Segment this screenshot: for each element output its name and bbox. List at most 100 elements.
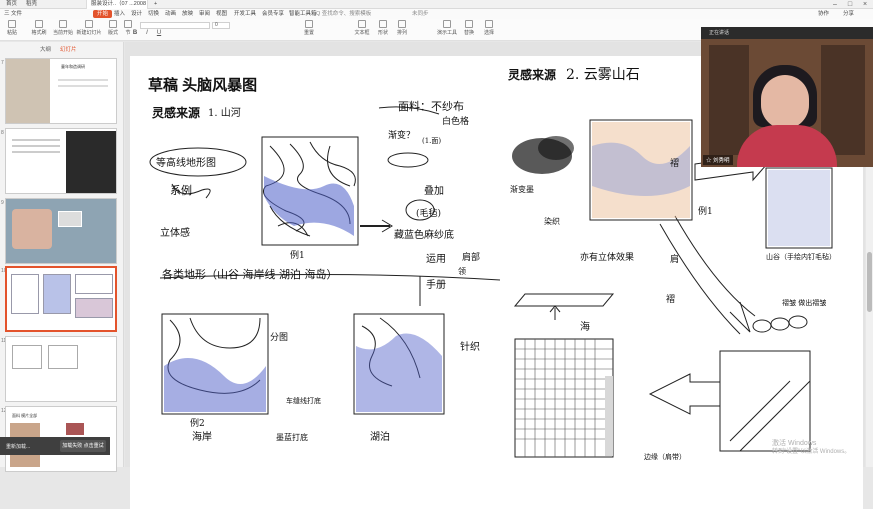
replace-button[interactable]: 替换: [462, 19, 476, 39]
note: 山谷（手绘内钉毛毡）: [766, 253, 836, 261]
slide-number: 8: [1, 130, 4, 136]
new-tab-button[interactable]: +: [150, 0, 161, 9]
command-search[interactable]: Q 查找命令、搜索模板: [316, 9, 371, 19]
arrange-icon: [398, 20, 406, 28]
menu-review[interactable]: 审阅: [199, 9, 210, 19]
presenter-tools-button[interactable]: 演示工具: [436, 19, 458, 39]
minimize-icon[interactable]: –: [828, 0, 842, 9]
note: 海: [580, 322, 590, 333]
thumb-image: [6, 59, 50, 123]
current-start-button[interactable]: 当前开始: [52, 19, 74, 39]
thumb-image: [12, 209, 52, 249]
note: 针织: [460, 342, 480, 353]
video-header: 正在讲话: [701, 27, 873, 39]
note: 领: [458, 267, 466, 276]
shape-icon: [379, 20, 387, 28]
new-slide-icon: [85, 20, 93, 28]
slide-thumb-11[interactable]: [5, 336, 117, 402]
note: 褶: [666, 295, 676, 305]
maximize-icon[interactable]: □: [843, 0, 857, 9]
note: 湖泊: [370, 432, 390, 443]
menu-animation[interactable]: 动画: [165, 9, 176, 19]
slide-number: 7: [1, 60, 4, 66]
video-call-window[interactable]: 正在讲话 ☆ 刘秀明: [701, 27, 873, 167]
title-bar: 首页 稻壳 服装设计..（07 ...2008 pptx） + – □ ×: [0, 0, 873, 9]
font-size-select[interactable]: 0: [212, 22, 230, 29]
note: 渐变墨: [510, 185, 534, 194]
collab-button[interactable]: 协作: [818, 9, 829, 19]
note: 叠加: [424, 186, 444, 197]
slide-thumb-8[interactable]: [5, 128, 117, 194]
tab-slides[interactable]: 幻灯片: [60, 45, 77, 53]
paste-icon: [8, 20, 16, 28]
file-menu[interactable]: 三 文件: [4, 9, 22, 19]
shape-button[interactable]: 形状: [375, 19, 391, 39]
section-icon: [124, 20, 132, 28]
menu-insert[interactable]: 插入: [114, 9, 125, 19]
slide-thumb-9[interactable]: [5, 198, 117, 264]
textbox-icon: [358, 20, 366, 28]
participant-name: ☆ 刘秀明: [703, 155, 733, 165]
note: 例2: [190, 419, 205, 429]
new-slide-button[interactable]: 新建幻灯片: [76, 19, 102, 39]
tab-outline[interactable]: 大纲: [40, 45, 51, 53]
paste-button[interactable]: 粘贴: [4, 19, 20, 39]
windows-activation-watermark: 激活 Windows 转到"设置"以激活 Windows。: [772, 440, 850, 456]
watermark-line: 转到"设置"以激活 Windows。: [772, 449, 851, 455]
select-button[interactable]: 选择: [482, 19, 496, 39]
font-select[interactable]: [140, 22, 210, 29]
scrollbar-thumb[interactable]: [867, 252, 872, 312]
note: 手册: [426, 280, 446, 291]
menu-slideshow[interactable]: 放映: [182, 9, 193, 19]
notification-bar: 重新加载... 加载失败 点击重试: [0, 437, 110, 455]
note: 等高线地形图: [156, 158, 216, 169]
menu-transition[interactable]: 切换: [148, 9, 159, 19]
menu-developer[interactable]: 开发工具: [234, 9, 256, 19]
textbox-button[interactable]: 文本框: [352, 19, 372, 39]
thumb-title: 童年和造调研: [61, 64, 85, 69]
note: 渐变？: [388, 131, 416, 141]
slide-number: 9: [1, 200, 4, 206]
note: 海岸: [192, 432, 212, 443]
presenter-icon: [443, 20, 451, 28]
tab-document[interactable]: 服装设计..（07 ...2008 pptx）: [86, 0, 148, 9]
layout-button[interactable]: 版式: [106, 19, 120, 39]
brush-icon: [35, 20, 43, 28]
retry-button[interactable]: 加载失败 点击重试: [60, 440, 106, 452]
watermark-line: 激活 Windows: [772, 440, 817, 447]
monitor-icon: [58, 211, 82, 227]
menu-view[interactable]: 视图: [216, 9, 227, 19]
menu-design[interactable]: 设计: [131, 9, 142, 19]
note: 肩部: [462, 253, 481, 263]
menu-member[interactable]: 会员专享: [262, 9, 284, 19]
notification-text: 重新加载...: [6, 444, 31, 450]
slide-thumb-10[interactable]: [5, 266, 117, 332]
menu-smart-tools[interactable]: 智能工具箱: [289, 9, 317, 19]
format-painter-button[interactable]: 格式刷: [30, 19, 48, 39]
note: 白色格: [442, 117, 470, 127]
note: 肩: [670, 255, 680, 265]
menu-start[interactable]: 开始: [93, 10, 113, 18]
note: 系例: [170, 184, 192, 197]
note: 染织: [544, 217, 560, 226]
note: 各类地形（山谷 海岸线 湖泊 海岛）: [162, 268, 338, 281]
note: 边缘（肩带）: [644, 453, 686, 461]
tab-docer[interactable]: 稻壳: [22, 0, 41, 9]
reset-button[interactable]: 重置: [300, 19, 318, 39]
reset-icon: [305, 20, 313, 28]
note: 分图: [270, 333, 289, 343]
layout-icon: [109, 20, 117, 28]
note: 车缝线打底: [286, 397, 321, 405]
arrange-button[interactable]: 排列: [394, 19, 410, 39]
note: (毛毡): [416, 209, 442, 219]
video-feed: [701, 39, 873, 167]
share-button[interactable]: 分享: [843, 9, 854, 19]
note: (1.面): [422, 137, 442, 145]
tab-home[interactable]: 首页: [2, 0, 21, 9]
slide-thumb-7[interactable]: 童年和造调研: [5, 58, 117, 124]
close-icon[interactable]: ×: [858, 0, 872, 9]
note: 立体感: [160, 228, 190, 239]
select-icon: [485, 20, 493, 28]
sync-status[interactable]: 未同步: [412, 9, 429, 19]
thumb-image: [66, 131, 116, 193]
